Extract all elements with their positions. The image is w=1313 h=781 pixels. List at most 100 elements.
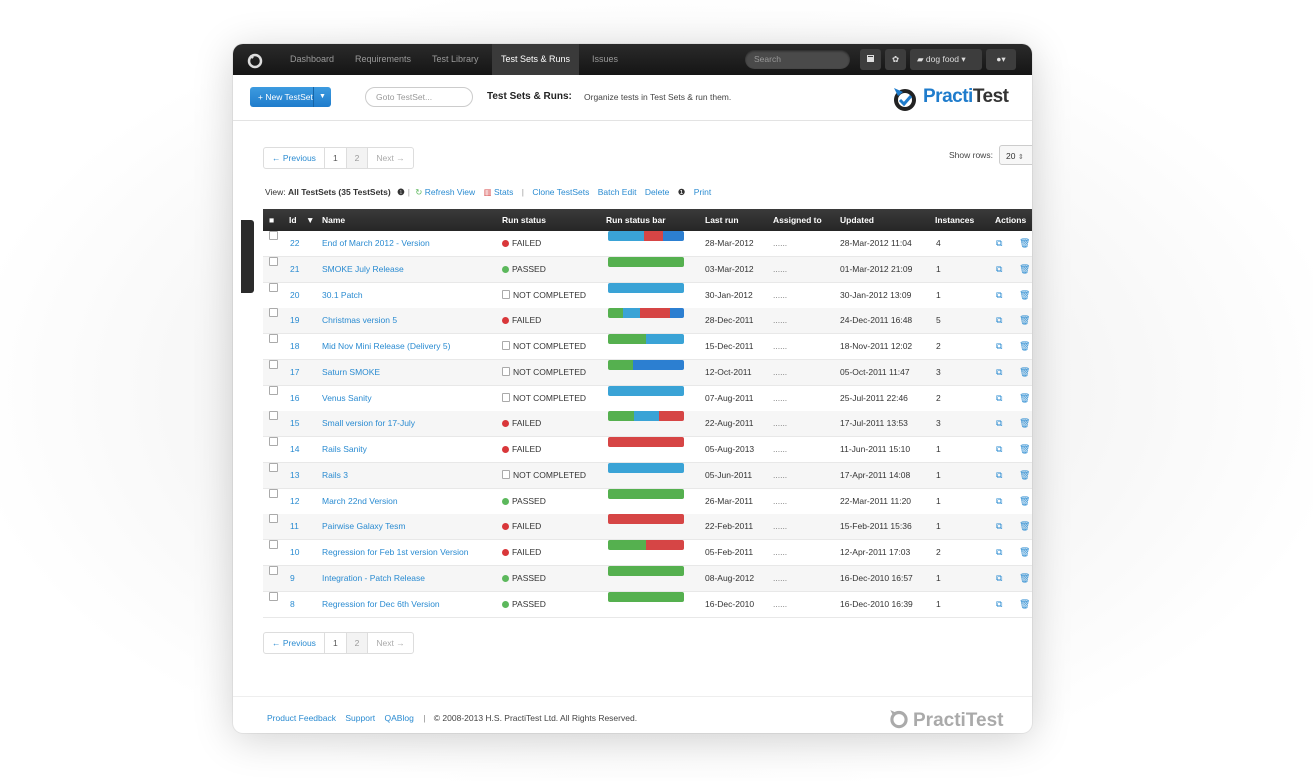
- settings-button[interactable]: ✿: [885, 49, 906, 70]
- col-name[interactable]: Name: [322, 209, 345, 231]
- pager-previous[interactable]: ← Previous: [264, 633, 325, 653]
- trash-icon[interactable]: 🗑: [1019, 437, 1030, 462]
- row-checkbox[interactable]: [269, 334, 278, 343]
- show-rows-select[interactable]: 20 ⇕: [999, 145, 1032, 165]
- row-checkbox[interactable]: [269, 514, 278, 524]
- select-all-checkbox[interactable]: ■: [269, 209, 274, 231]
- row-name[interactable]: SMOKE July Release: [322, 257, 404, 282]
- table-row[interactable]: 11 Pairwise Galaxy Tesm FAILED 22-Feb-2011.…: [263, 514, 1032, 541]
- col-updated[interactable]: Updated: [840, 209, 874, 231]
- trash-icon[interactable]: 🗑: [1019, 386, 1030, 411]
- row-id[interactable]: 17: [290, 360, 299, 385]
- row-checkbox[interactable]: [269, 411, 278, 421]
- row-id[interactable]: 22: [290, 231, 299, 256]
- table-row[interactable]: 14 Rails Sanity FAILED 05-Aug-2013...... 11-…: [263, 437, 1032, 463]
- table-row[interactable]: 8 Regression for Dec 6th Version PASSED 16-…: [263, 591, 1032, 618]
- row-name[interactable]: Integration - Patch Release: [322, 566, 425, 591]
- table-row[interactable]: 15 Small version for 17-July FAILED 22-Aug-…: [263, 411, 1032, 438]
- trash-icon[interactable]: 🗑: [1019, 360, 1030, 385]
- table-row[interactable]: 21 SMOKE July Release PASSED 03-Mar-2012...…: [263, 256, 1032, 283]
- col-instances[interactable]: Instances: [935, 209, 974, 231]
- col-assigned-to[interactable]: Assigned to: [773, 209, 822, 231]
- filter-tree-tab[interactable]: Filter Tree: [234, 220, 254, 293]
- trash-icon[interactable]: 🗑: [1019, 231, 1030, 256]
- col-last-run[interactable]: Last run: [705, 209, 739, 231]
- row-id[interactable]: 14: [290, 437, 299, 462]
- new-testset-dropdown-toggle[interactable]: ▼: [313, 87, 331, 107]
- row-name[interactable]: Rails 3: [322, 463, 348, 488]
- row-name[interactable]: Pairwise Galaxy Tesm: [322, 514, 405, 539]
- row-id[interactable]: 8: [290, 592, 295, 617]
- row-id[interactable]: 21: [290, 257, 299, 282]
- row-checkbox[interactable]: [269, 359, 278, 369]
- info-icon[interactable]: ❶: [678, 187, 686, 197]
- nav-issues[interactable]: Issues: [592, 44, 618, 75]
- pager-page-2[interactable]: 2: [346, 633, 369, 653]
- user-menu-button[interactable]: ●▾: [986, 49, 1016, 70]
- row-name[interactable]: Mid Nov Mini Release (Delivery 5): [322, 334, 450, 359]
- trash-icon[interactable]: 🗑: [1019, 257, 1030, 282]
- row-checkbox[interactable]: [269, 256, 278, 266]
- table-row[interactable]: 9 Integration - Patch Release PASSED 08-Aug…: [263, 565, 1032, 592]
- goto-testset-input[interactable]: Goto TestSet...: [365, 87, 473, 107]
- row-checkbox[interactable]: [269, 231, 278, 240]
- copy-icon[interactable]: ⧉: [996, 463, 1002, 488]
- row-name[interactable]: Christmas version 5: [322, 308, 397, 333]
- row-checkbox[interactable]: [269, 385, 278, 395]
- row-id[interactable]: 15: [290, 411, 299, 436]
- table-row[interactable]: 13 Rails 3 NOT COMPLETED 05-Jun-2011...... 1…: [263, 462, 1032, 489]
- nav-test-sets-runs[interactable]: Test Sets & Runs: [492, 44, 580, 75]
- copy-icon[interactable]: ⧉: [996, 386, 1002, 411]
- table-row[interactable]: 12 March 22nd Version PASSED 26-Mar-2011...…: [263, 488, 1032, 515]
- row-checkbox[interactable]: [269, 540, 278, 549]
- pager-page-1[interactable]: 1: [325, 148, 347, 168]
- row-id[interactable]: 10: [290, 540, 299, 565]
- table-row[interactable]: 10 Regression for Feb 1st version Version…: [263, 540, 1032, 566]
- pager-page-2[interactable]: 2: [346, 148, 369, 168]
- row-id[interactable]: 19: [290, 308, 299, 333]
- pager-next[interactable]: Next →: [368, 633, 412, 653]
- row-id[interactable]: 11: [290, 514, 299, 539]
- qablog-link[interactable]: QABlog: [385, 713, 414, 723]
- row-checkbox[interactable]: [269, 565, 278, 575]
- row-checkbox[interactable]: [269, 308, 278, 318]
- row-name[interactable]: Small version for 17-July: [322, 411, 415, 436]
- trash-icon[interactable]: 🗑: [1019, 489, 1030, 514]
- nav-dashboard[interactable]: Dashboard: [290, 44, 334, 75]
- trash-icon[interactable]: 🗑: [1019, 540, 1030, 565]
- refresh-view-link[interactable]: Refresh View: [425, 187, 475, 197]
- copy-icon[interactable]: ⧉: [996, 334, 1002, 359]
- book-icon-button[interactable]: [860, 49, 881, 70]
- trash-icon[interactable]: 🗑: [1019, 283, 1030, 308]
- copy-icon[interactable]: ⧉: [996, 566, 1002, 591]
- row-name[interactable]: Saturn SMOKE: [322, 360, 380, 385]
- row-name[interactable]: Regression for Feb 1st version Version: [322, 540, 468, 565]
- sort-desc-icon[interactable]: ▼: [306, 209, 314, 231]
- pager-page-1[interactable]: 1: [325, 633, 347, 653]
- row-checkbox[interactable]: [269, 488, 278, 498]
- table-row[interactable]: 19 Christmas version 5 FAILED 28-Dec-2011..…: [263, 308, 1032, 335]
- print-link[interactable]: Print: [694, 187, 711, 197]
- table-row[interactable]: 17 Saturn SMOKE NOT COMPLETED 12-Oct-2011..…: [263, 359, 1032, 386]
- copy-icon[interactable]: ⧉: [996, 231, 1002, 256]
- copy-icon[interactable]: ⧉: [996, 437, 1002, 462]
- row-checkbox[interactable]: [269, 282, 278, 292]
- row-id[interactable]: 16: [290, 386, 299, 411]
- table-row[interactable]: 20 30.1 Patch NOT COMPLETED 30-Jan-2012....…: [263, 282, 1032, 309]
- row-id[interactable]: 9: [290, 566, 295, 591]
- nav-test-library[interactable]: Test Library: [432, 44, 479, 75]
- support-link[interactable]: Support: [345, 713, 375, 723]
- practitest-logo-icon[interactable]: [246, 51, 264, 69]
- copy-icon[interactable]: ⧉: [996, 489, 1002, 514]
- col-run-status-bar[interactable]: Run status bar: [606, 209, 666, 231]
- search-input[interactable]: Search: [745, 50, 850, 69]
- copy-icon[interactable]: ⧉: [996, 540, 1002, 565]
- copy-icon[interactable]: ⧉: [996, 592, 1002, 617]
- nav-requirements[interactable]: Requirements: [355, 44, 411, 75]
- info-icon[interactable]: ❶: [397, 187, 405, 197]
- trash-icon[interactable]: 🗑: [1019, 411, 1030, 436]
- project-selector[interactable]: ▰ dog food ▾: [910, 49, 982, 70]
- trash-icon[interactable]: 🗑: [1019, 463, 1030, 488]
- copy-icon[interactable]: ⧉: [996, 514, 1002, 539]
- trash-icon[interactable]: 🗑: [1019, 308, 1030, 333]
